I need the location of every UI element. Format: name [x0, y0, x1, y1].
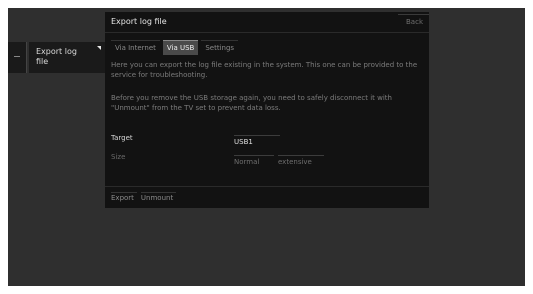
- tab-bar: Via Internet Via USB Settings: [111, 40, 239, 55]
- back-divider: [398, 14, 429, 15]
- side-menu-item-label: Export log file: [36, 47, 77, 66]
- description-text: Here you can export the log file existin…: [111, 61, 418, 79]
- title-divider: [105, 32, 429, 33]
- corner-marker-icon: [97, 46, 101, 50]
- dash-icon: [14, 56, 20, 57]
- size-option-normal[interactable]: Normal: [234, 155, 274, 168]
- unmount-button[interactable]: Unmount: [140, 192, 177, 202]
- tv-screen: Export log file Export log file Back Via…: [8, 8, 525, 286]
- target-label: Target: [111, 134, 133, 142]
- export-log-dialog: Export log file Back Via Internet Via US…: [105, 12, 429, 208]
- footer-divider: [105, 186, 429, 187]
- unmount-warning-text: Before you remove the USB storage again,…: [111, 94, 392, 112]
- side-menu-item-export-log[interactable]: Export log file: [29, 42, 107, 73]
- target-select[interactable]: USB1: [234, 135, 280, 148]
- dialog-footer: Export Unmount: [111, 192, 177, 202]
- side-menu-back-tab[interactable]: [8, 42, 27, 73]
- tab-settings[interactable]: Settings: [201, 40, 239, 55]
- back-button[interactable]: Back: [406, 18, 423, 26]
- export-button[interactable]: Export: [111, 192, 137, 202]
- size-option-extensive[interactable]: extensive: [278, 155, 324, 168]
- tab-via-internet[interactable]: Via Internet: [111, 40, 160, 55]
- size-label: Size: [111, 153, 126, 161]
- dialog-title: Export log file: [111, 17, 167, 26]
- tab-via-usb[interactable]: Via USB: [162, 40, 199, 55]
